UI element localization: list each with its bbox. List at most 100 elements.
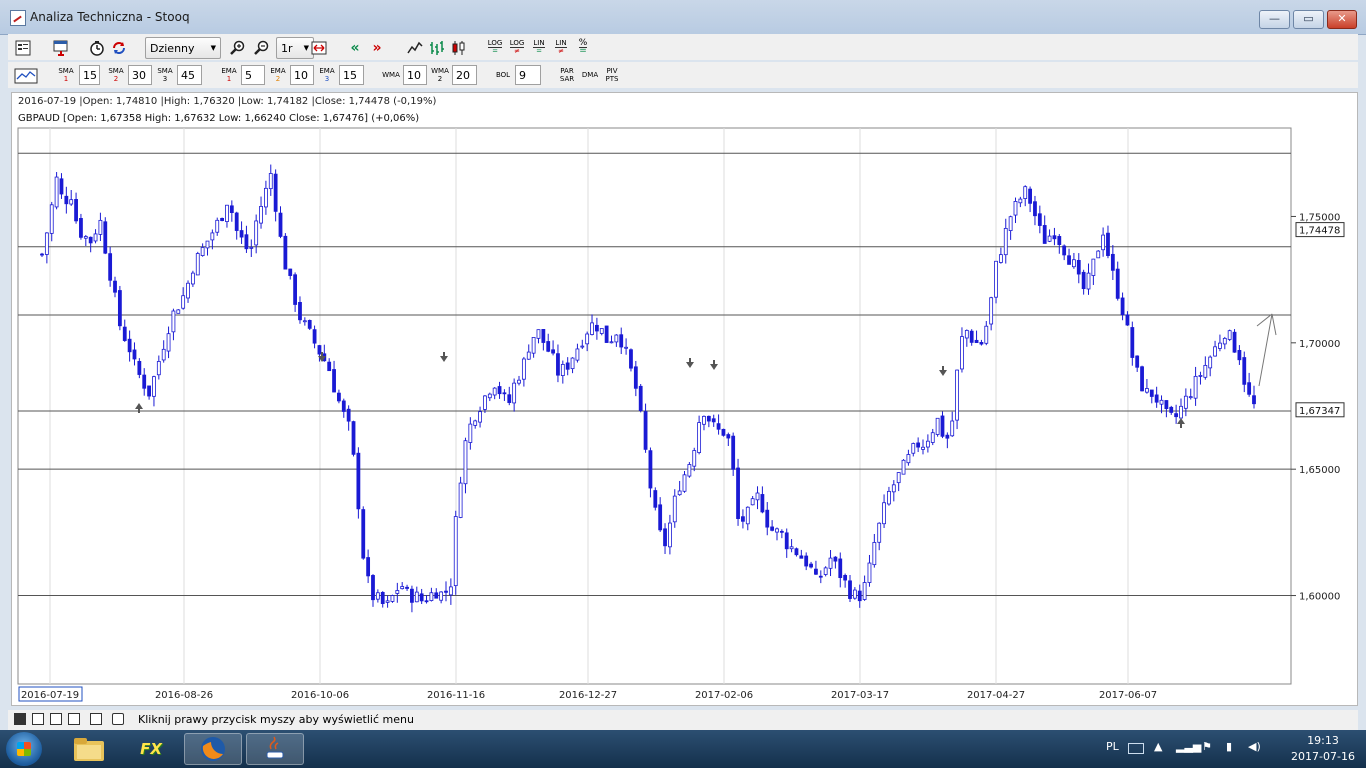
keyboard-icon[interactable]: [1128, 743, 1144, 754]
volume-icon[interactable]: ◀): [1248, 740, 1261, 753]
candle-body: [560, 364, 565, 376]
firefox-task[interactable]: [184, 733, 242, 765]
draw-fan-icon[interactable]: [68, 713, 80, 725]
candle-body: [1193, 375, 1198, 399]
save-icon[interactable]: [14, 713, 26, 725]
candle-body: [1115, 268, 1120, 299]
candle-body: [44, 232, 49, 255]
candle-body: [1183, 395, 1188, 409]
candle-body: [458, 482, 463, 518]
candle-body: [1008, 216, 1013, 231]
fx-task[interactable]: FX: [122, 733, 180, 765]
bar-info-line: 2016-07-19 |Open: 1,74810 |High: 1,76320…: [18, 96, 437, 107]
candle-body: [624, 346, 628, 349]
draw-line-icon[interactable]: [32, 713, 44, 725]
candle-body: [1208, 356, 1213, 369]
candle-body: [1120, 297, 1125, 316]
candle-body: [152, 376, 156, 397]
candle-body: [468, 423, 473, 443]
candle-body: [697, 422, 702, 453]
candle-body: [590, 322, 594, 335]
chevron-up-icon[interactable]: ▲: [1154, 740, 1162, 753]
clock-date: 2017-07-16: [1291, 750, 1355, 763]
explorer-task[interactable]: [60, 733, 118, 765]
candle-body: [327, 361, 332, 372]
language-indicator[interactable]: PL: [1106, 740, 1119, 753]
candle-body: [1174, 413, 1179, 418]
battery-icon[interactable]: ▮: [1226, 740, 1232, 753]
print-icon[interactable]: [112, 713, 124, 725]
candle-body: [268, 173, 273, 190]
candle-body: [122, 326, 127, 341]
candle-body: [1218, 342, 1222, 349]
candle-body: [293, 274, 298, 305]
candle-body: [906, 454, 911, 464]
candle-body: [1110, 253, 1115, 271]
candle-body: [288, 268, 293, 276]
candle-body: [828, 557, 833, 569]
candle-body: [113, 280, 117, 293]
candle-body: [556, 353, 560, 376]
candle-body: [531, 337, 536, 354]
x-tick-label: 2016-10-06: [291, 690, 349, 701]
candle-body: [1135, 355, 1140, 368]
candle-body: [1047, 235, 1052, 242]
candle-body: [779, 530, 784, 533]
current-price-label: 1,74478: [1299, 226, 1340, 237]
candle-body: [210, 232, 215, 241]
x-tick-label: 2016-11-16: [427, 690, 485, 701]
candle-body: [706, 415, 711, 422]
candle-body: [1062, 245, 1067, 256]
candle-body: [497, 386, 502, 395]
candle-body: [1091, 258, 1096, 276]
candle-body: [775, 528, 779, 533]
candle-body: [891, 484, 896, 493]
candle-body: [390, 595, 395, 602]
candle-body: [385, 600, 390, 603]
candle-body: [317, 345, 322, 355]
candle-body: [453, 516, 458, 587]
candle-body: [1252, 395, 1256, 405]
candle-body: [950, 420, 955, 437]
candle-body: [687, 464, 692, 477]
candle-body: [307, 320, 312, 329]
candle-body: [40, 253, 44, 256]
candle-body: [54, 176, 59, 208]
candle-body: [614, 334, 619, 343]
candle-body: [1154, 394, 1159, 403]
network-icon[interactable]: ⚑: [1202, 740, 1212, 753]
candle-body: [166, 333, 171, 352]
candle-body: [1198, 375, 1203, 377]
candle-body: [823, 567, 828, 575]
candle-body: [668, 522, 672, 548]
candle-body: [225, 204, 229, 222]
signal-icon[interactable]: ▂▃▅: [1176, 740, 1201, 753]
candle-body: [117, 290, 122, 327]
candle-body: [220, 217, 224, 221]
candle-body: [424, 600, 429, 603]
draw-trend-icon[interactable]: [50, 713, 62, 725]
fullscreen-icon[interactable]: [90, 713, 102, 725]
java-app-task[interactable]: [246, 733, 304, 765]
candle-body: [244, 234, 249, 250]
candle-body: [765, 509, 770, 528]
candle-body: [594, 324, 599, 332]
candle-body: [434, 592, 439, 599]
candle-body: [186, 282, 190, 299]
candle-body: [721, 428, 726, 436]
start-button[interactable]: [6, 732, 42, 766]
candle-body: [833, 556, 838, 562]
candle-body: [410, 588, 414, 603]
candle-body: [400, 586, 405, 590]
candle-body: [1037, 213, 1042, 226]
candle-body: [1101, 234, 1106, 251]
candle-body: [200, 247, 205, 257]
candle-body: [332, 369, 336, 393]
system-clock[interactable]: 19:13 2017-07-16: [1283, 733, 1363, 765]
candle-body: [1086, 272, 1091, 290]
candle-body: [843, 575, 848, 581]
statusbar: Kliknij prawy przycisk myszy aby wyświet…: [8, 710, 1358, 730]
candle-body: [1072, 259, 1076, 268]
candle-body: [302, 320, 307, 323]
candle-body: [916, 442, 921, 448]
